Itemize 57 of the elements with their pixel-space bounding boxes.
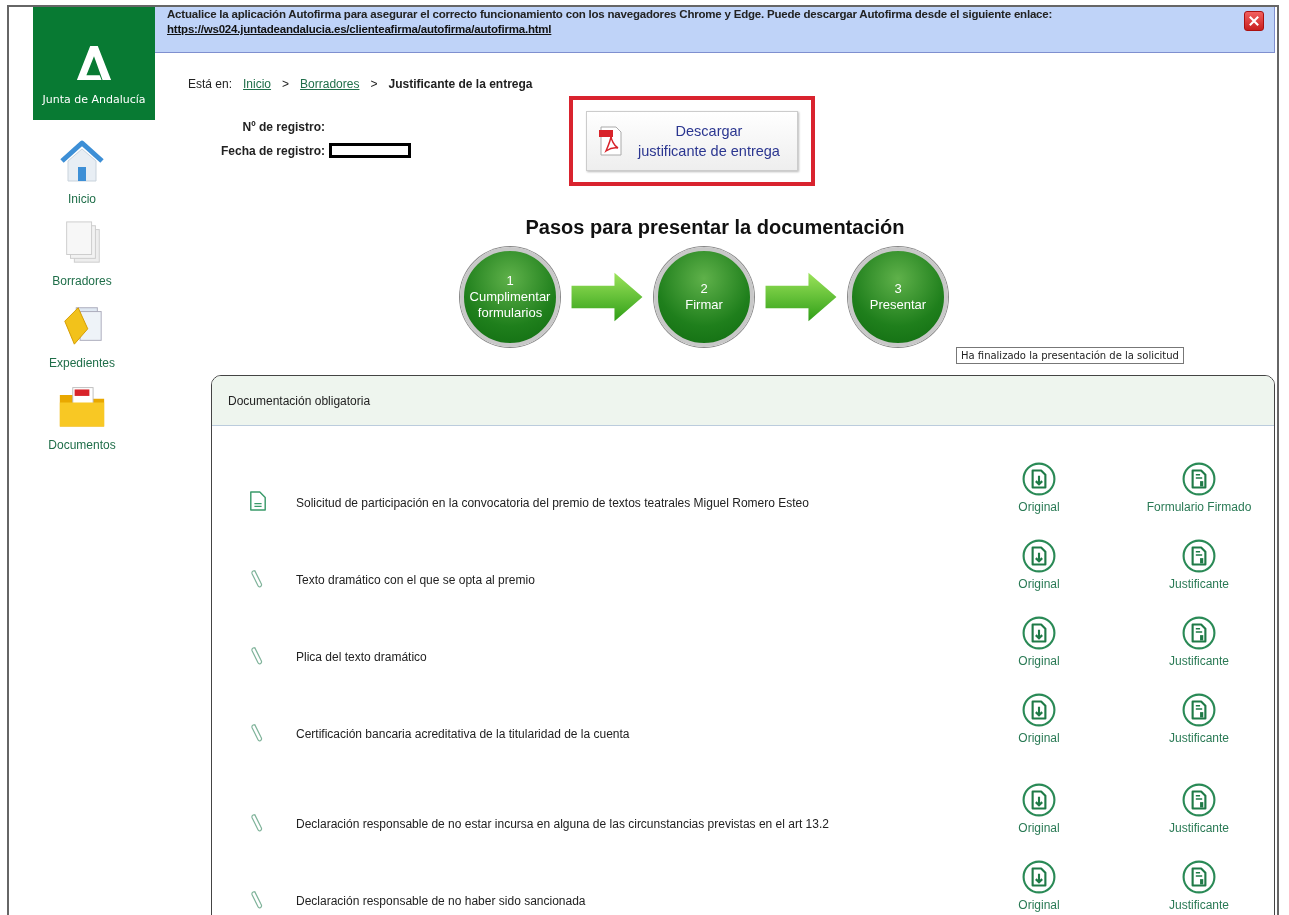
sidebar-link[interactable]: Borradores	[52, 274, 112, 288]
sidebar-link[interactable]: Expedientes	[48, 356, 115, 370]
breadcrumb-link[interactable]: Borradores	[300, 77, 360, 91]
document-name: Certificación bancaria acreditativa de la titularidad de la cuenta	[296, 727, 631, 743]
notice-text: Actualice la aplicación Autofirma para asegurar el correcto funcionamiento con los navegadores Chrome y Edge. Puede descargar Autofirma desde el siguiente enlace:	[167, 8, 1053, 20]
file-link[interactable]: Formulario Firmado	[1146, 500, 1252, 514]
download-file-icon[interactable]	[1022, 783, 1056, 817]
file-link[interactable]: Justificante	[1169, 654, 1229, 668]
field-label: Nº de registro:	[241, 120, 325, 134]
signed-file-icon[interactable]	[1182, 462, 1216, 496]
tooltip: Ha finalizado la presentación de la solicitud	[956, 347, 1184, 364]
document-name: Declaración responsable de no haber sido sancionada	[296, 894, 587, 910]
download-file-icon[interactable]	[1022, 693, 1056, 727]
step-circle: 1 Cumplimentar formularios	[460, 247, 560, 347]
document-name: Plica del texto dramático	[296, 650, 428, 666]
file-link[interactable]: Original	[1018, 731, 1060, 745]
file-link[interactable]: Original	[1018, 898, 1060, 912]
breadcrumb-separator: >	[370, 77, 378, 91]
panel-title: Documentación obligatoria	[228, 393, 371, 408]
document-icon	[249, 490, 267, 512]
autofirma-link[interactable]: https://ws024.juntadeandalucia.es/clienteafirma/autofirma/autofirma.html	[167, 23, 552, 35]
file-link[interactable]: Original	[1018, 577, 1060, 591]
logo-icon	[75, 43, 113, 83]
logo-text: Junta de Andalucía	[42, 93, 146, 106]
signed-file-icon[interactable]	[1182, 693, 1216, 727]
sidebar-link[interactable]: Documentos	[48, 438, 116, 452]
signed-file-icon[interactable]	[1182, 783, 1216, 817]
file-link[interactable]: Justificante	[1169, 821, 1229, 835]
signed-file-icon[interactable]	[1182, 616, 1216, 650]
file-link[interactable]: Justificante	[1169, 731, 1229, 745]
breadcrumb-label: Está en:	[188, 77, 233, 91]
step-circle: 3 Presentar	[848, 247, 948, 347]
step-circle: 2 Firmar	[654, 247, 754, 347]
document-name: Solicitud de participación en la convocatoria del premio de textos teatrales Miguel Romero Esteo	[296, 496, 810, 512]
file-link[interactable]: Justificante	[1169, 898, 1229, 912]
file-link[interactable]: Justificante	[1169, 577, 1229, 591]
logo-block[interactable]: Junta de Andalucía	[33, 7, 155, 120]
breadcrumb-separator: >	[282, 77, 290, 91]
house-icon[interactable]	[58, 138, 106, 184]
field-label: Fecha de registro:	[219, 143, 325, 158]
breadcrumb-current: Justificante de la entrega	[388, 77, 533, 91]
download-file-icon[interactable]	[1022, 539, 1056, 573]
download-file-icon[interactable]	[1022, 462, 1056, 496]
file-link[interactable]: Original	[1018, 821, 1060, 835]
download-button[interactable]: Descargar justificante de entrega	[586, 111, 798, 171]
sidebar-link[interactable]: Inicio	[68, 192, 96, 206]
download-file-icon[interactable]	[1022, 860, 1056, 894]
file-link[interactable]: Original	[1018, 654, 1060, 668]
download-file-icon[interactable]	[1022, 616, 1056, 650]
section-title: Pasos para presentar la documentación	[524, 216, 906, 239]
signed-file-icon[interactable]	[1182, 539, 1216, 573]
breadcrumb-link[interactable]: Inicio	[243, 77, 272, 91]
document-name: Texto dramático con el que se opta al premio	[296, 573, 536, 589]
file-link[interactable]: Original	[1018, 500, 1060, 514]
pdf-icon[interactable]	[599, 126, 623, 156]
signed-file-icon[interactable]	[1182, 860, 1216, 894]
document-name: Declaración responsable de no estar incursa en alguna de las circunstancias previstas en el art 13.2	[296, 817, 830, 833]
